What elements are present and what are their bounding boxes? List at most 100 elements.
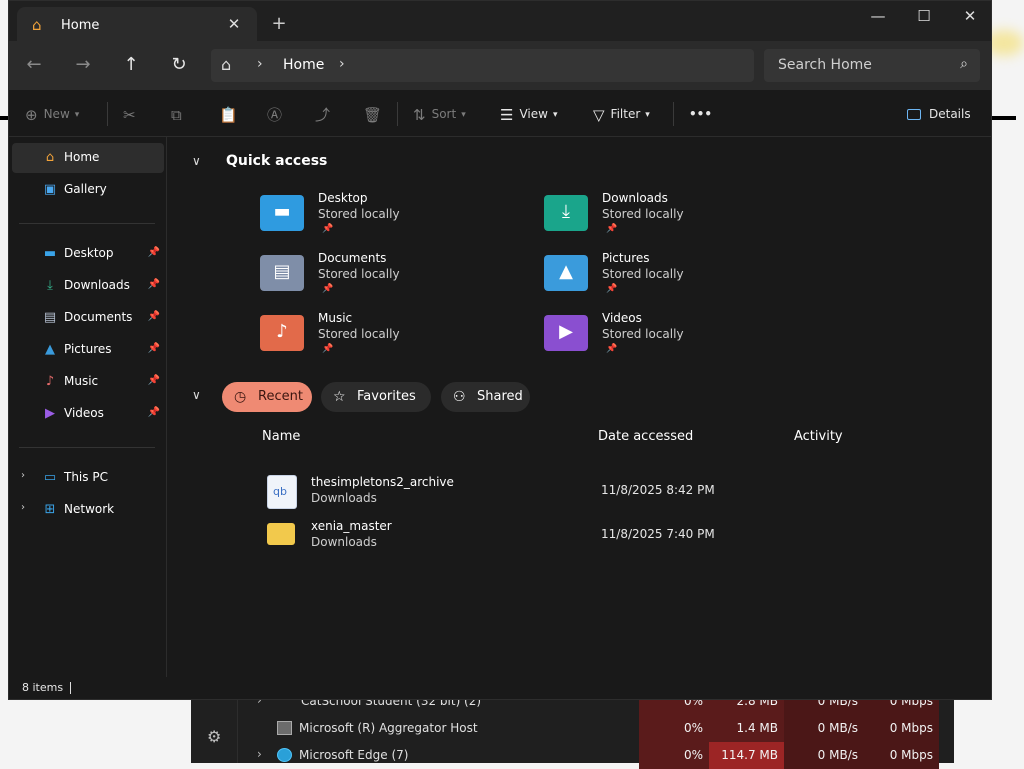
pin-icon[interactable]: 📌: [148, 247, 160, 258]
details-button[interactable]: Details: [907, 103, 971, 125]
divider: [673, 102, 674, 126]
column-header-date[interactable]: Date accessed: [598, 429, 693, 444]
sidebar-item-label: Pictures: [64, 342, 112, 356]
item-name: Downloads: [602, 191, 668, 205]
computer-icon: ▭: [43, 470, 57, 485]
quick-access-item[interactable]: ▲ Pictures Stored locally 📌: [544, 251, 794, 307]
pin-icon: 📌: [322, 224, 334, 234]
tab-home[interactable]: ⌂ Home ✕: [17, 7, 257, 41]
collapse-chevron-icon[interactable]: ∨: [192, 154, 201, 168]
chevron-down-icon: ▾: [645, 109, 650, 120]
background-decoration: [990, 116, 1016, 120]
pin-icon[interactable]: 📌: [148, 311, 160, 322]
view-button[interactable]: ☰ View ▾: [500, 103, 557, 125]
chevron-right-icon[interactable]: ›: [21, 502, 25, 513]
title-bar: ⌂ Home ✕ + — ☐ ✕: [9, 1, 991, 41]
quick-access-item[interactable]: ▶ Videos Stored locally 📌: [544, 311, 794, 367]
back-arrow-icon[interactable]: ←: [21, 54, 47, 78]
sidebar-item-videos[interactable]: ▶ Videos 📌: [12, 399, 164, 429]
address-bar[interactable]: ⌂ › Home ›: [211, 49, 754, 82]
forward-arrow-icon[interactable]: →: [70, 54, 96, 78]
date-accessed: 11/8/2025 8:42 PM: [601, 483, 715, 497]
quick-access-item[interactable]: ▤ Documents Stored locally 📌: [260, 251, 510, 307]
desktop-icon: ▬: [43, 246, 57, 261]
tab-close-button[interactable]: ✕: [223, 13, 245, 35]
quick-access-item[interactable]: ♪ Music Stored locally 📌: [260, 311, 510, 367]
share-icon[interactable]: ⤴: [315, 103, 336, 125]
new-tab-button[interactable]: +: [267, 13, 291, 37]
sort-button[interactable]: ⇅ Sort ▾: [413, 103, 466, 125]
file-name: xenia_master: [311, 519, 392, 533]
home-icon[interactable]: ⌂: [221, 55, 231, 74]
download-icon: ⤓: [47, 278, 53, 293]
collapse-chevron-icon[interactable]: ∨: [192, 388, 201, 402]
new-button[interactable]: ⊕ New ▾: [25, 103, 79, 125]
paste-icon[interactable]: 📋: [219, 103, 244, 125]
quick-access-item[interactable]: ▬ Desktop Stored locally 📌: [260, 191, 510, 247]
breadcrumb[interactable]: Home: [283, 57, 324, 73]
star-icon: ☆: [333, 389, 346, 405]
delete-icon[interactable]: 🗑: [363, 103, 388, 125]
cut-icon[interactable]: ✂: [123, 103, 142, 125]
sidebar-item-label: Downloads: [64, 278, 130, 292]
file-location: Downloads: [311, 491, 377, 505]
tab-label: Shared: [477, 389, 523, 404]
home-icon: ⌂: [32, 16, 42, 34]
pin-icon[interactable]: 📌: [148, 407, 160, 418]
maximize-button[interactable]: ☐: [901, 1, 947, 33]
tab-label: Recent: [258, 389, 303, 404]
filter-icon: ▽: [593, 105, 605, 124]
copy-icon[interactable]: ⧉: [171, 103, 188, 125]
file-location: Downloads: [311, 535, 377, 549]
tab-favorites[interactable]: ☆ Favorites: [321, 382, 431, 412]
expand-chevron-icon[interactable]: ›: [257, 747, 262, 761]
pin-icon[interactable]: 📌: [148, 375, 160, 386]
pin-icon[interactable]: 📌: [148, 343, 160, 354]
details-pane-icon: [907, 109, 921, 120]
search-input[interactable]: Search Home ⌕: [764, 49, 980, 82]
more-options-button[interactable]: •••: [689, 103, 712, 125]
pin-icon: 📌: [606, 224, 618, 234]
pin-icon[interactable]: 📌: [148, 279, 160, 290]
settings-gear-icon[interactable]: ⚙: [207, 729, 223, 745]
filter-button[interactable]: ▽ Filter ▾: [593, 103, 650, 125]
close-button[interactable]: ✕: [947, 1, 993, 33]
tab-recent[interactable]: ◷ Recent: [222, 382, 312, 412]
chevron-down-icon: ▾: [74, 109, 80, 120]
folder-music-icon: ♪: [260, 315, 304, 351]
process-name: Microsoft (R) Aggregator Host: [299, 721, 478, 735]
network-icon: ⊞: [44, 502, 56, 517]
network-cell: 0 Mbps: [864, 742, 939, 769]
task-row[interactable]: › Microsoft Edge (7) 0% 114.7 MB 0 MB/s …: [237, 742, 954, 769]
divider: [70, 682, 71, 694]
sort-icon: ⇅: [413, 105, 426, 124]
cpu-cell: 0%: [639, 715, 709, 742]
table-row[interactable]: qb thesimpletons2_archive Downloads 11/8…: [257, 473, 897, 513]
chevron-right-icon[interactable]: ›: [257, 56, 263, 72]
table-row[interactable]: xenia_master Downloads 11/8/2025 7:40 PM: [257, 517, 897, 557]
sidebar-item-network[interactable]: › ⊞ Network: [12, 495, 164, 525]
quick-access-item[interactable]: ⤓ Downloads Stored locally 📌: [544, 191, 794, 247]
minimize-button[interactable]: —: [855, 1, 901, 33]
tab-shared[interactable]: ⚇ Shared: [441, 382, 530, 412]
sidebar-item-downloads[interactable]: ⤓ Downloads 📌: [12, 271, 164, 301]
chevron-right-icon[interactable]: ›: [21, 470, 25, 481]
refresh-icon[interactable]: ↻: [166, 54, 192, 78]
background-task-manager: ⚙ › CatSchool Student (32 bit) (2) 0% 2.…: [191, 688, 954, 769]
chevron-right-icon[interactable]: ›: [339, 56, 345, 72]
search-icon[interactable]: ⌕: [960, 56, 968, 72]
sidebar-item-documents[interactable]: ▤ Documents 📌: [12, 303, 164, 333]
up-arrow-icon[interactable]: ↑: [118, 54, 144, 78]
sidebar-item-pictures[interactable]: ▲ Pictures 📌: [12, 335, 164, 365]
sidebar-item-gallery[interactable]: ▣ Gallery: [12, 175, 164, 205]
sidebar-item-this-pc[interactable]: › ▭ This PC: [12, 463, 164, 493]
task-row[interactable]: Microsoft (R) Aggregator Host 0% 1.4 MB …: [237, 715, 954, 742]
column-header-name[interactable]: Name: [262, 429, 300, 444]
sidebar-item-music[interactable]: ♪ Music 📌: [12, 367, 164, 397]
sidebar-item-desktop[interactable]: ▬ Desktop 📌: [12, 239, 164, 269]
rename-icon[interactable]: Ⓐ: [267, 103, 288, 125]
sidebar-item-home[interactable]: ⌂ Home: [12, 143, 164, 173]
column-header-activity[interactable]: Activity: [794, 429, 843, 444]
view-list-icon: ☰: [500, 105, 514, 124]
sidebar-item-label: Documents: [64, 310, 133, 324]
